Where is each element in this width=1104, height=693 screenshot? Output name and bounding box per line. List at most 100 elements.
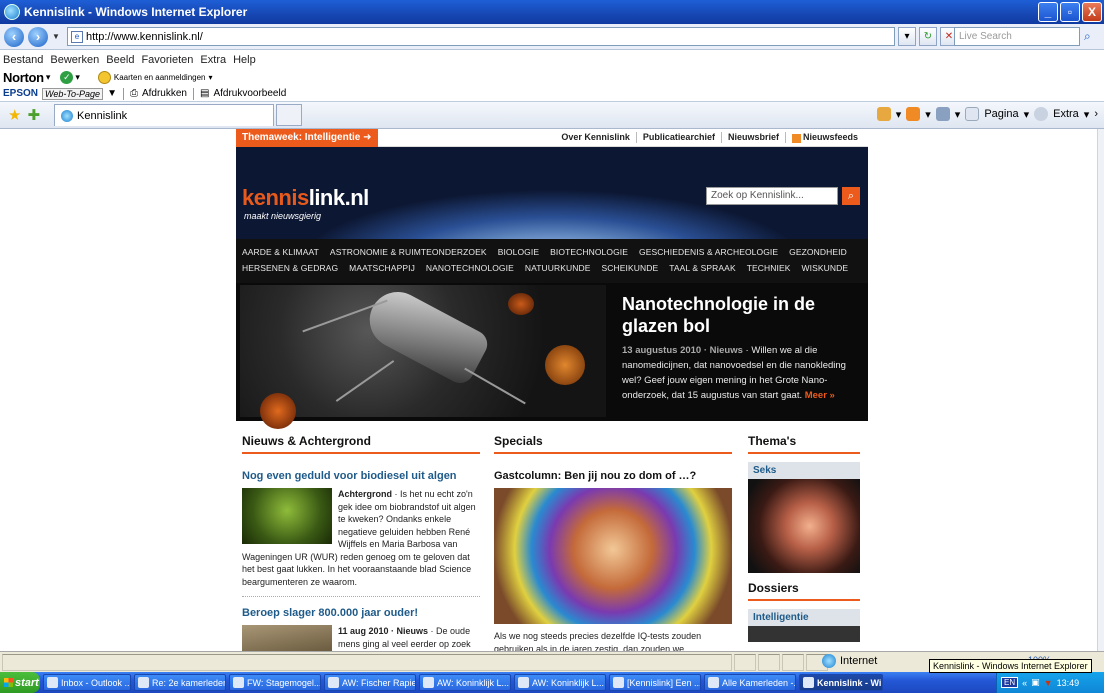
norton-status-icon[interactable]: ✓ (60, 70, 74, 84)
hero-more-link[interactable]: Meer » (805, 390, 835, 401)
network-icon[interactable]: ▣ (1031, 677, 1040, 688)
taskbar-item-stage[interactable]: FW: Stagemogel... (229, 674, 321, 691)
maps-button[interactable]: Kaarten en aanmeldingen ▾ (97, 70, 213, 84)
menu-item-bestand[interactable]: Bestand (3, 54, 43, 66)
favorites-star-icon[interactable]: ★ (8, 106, 21, 124)
address-input[interactable]: e http://www.kennislink.nl/ (67, 27, 895, 46)
column-themas: Thema's Seks Dossiers Intelligentie (748, 434, 860, 642)
topic-natuurkunde[interactable]: NATUURKUNDE (525, 263, 591, 273)
taskbar-item-koninklijk-1[interactable]: AW: Koninklijk L... (419, 674, 511, 691)
topic-taal-spraak[interactable]: TAAL & SPRAAK (669, 263, 736, 273)
web-to-page-dropdown-icon[interactable]: ▼ (107, 88, 117, 99)
start-button[interactable]: start (0, 672, 40, 693)
print-icon[interactable]: ⎙ (130, 88, 138, 99)
site-logo[interactable]: kennislink.nl (242, 185, 369, 211)
dossier-intelligentie-link[interactable]: Intelligentie (748, 609, 860, 626)
menu-item-favorieten[interactable]: Favorieten (141, 54, 193, 66)
article-1-title[interactable]: Nog even geduld voor biodiesel uit algen (242, 470, 480, 482)
topic-geschiedenis[interactable]: GESCHIEDENIS & ARCHEOLOGIE (639, 247, 778, 257)
feeds-dropdown-icon[interactable]: ▾ (925, 108, 931, 121)
dossier-image[interactable] (748, 626, 860, 642)
norton-status-dropdown-icon[interactable]: ▾ (75, 72, 80, 83)
chevron-right-icon[interactable]: › (1094, 108, 1098, 120)
article-2-date: 11 aug 2010 · Nieuws (338, 626, 429, 636)
web-to-page-button[interactable]: Web-To-Page (42, 87, 104, 100)
menu-item-extra[interactable]: Extra (200, 54, 226, 66)
refresh-icon[interactable]: ↻ (919, 27, 937, 46)
feeds-icon[interactable] (906, 107, 921, 121)
topic-maatschappij[interactable]: MAATSCHAPPIJ (349, 263, 415, 273)
special-title[interactable]: Gastcolumn: Ben jij nou zo dom of …? (494, 470, 732, 482)
print-cmd-dropdown-icon[interactable]: ▾ (955, 108, 961, 121)
security-zone[interactable]: Internet (822, 654, 877, 668)
link-nieuwsbrief[interactable]: Nieuwsbrief (720, 132, 785, 143)
nieuwsfeeds-label: Nieuwsfeeds (802, 132, 858, 143)
thema-image[interactable] (748, 479, 860, 573)
site-search-button[interactable]: ⌕ (842, 187, 860, 205)
minimize-button[interactable]: _ (1038, 2, 1058, 22)
history-dropdown-icon[interactable]: ▼ (52, 32, 60, 41)
topic-astronomie[interactable]: ASTRONOMIE & RUIMTEONDERZOEK (330, 247, 487, 257)
home-icon[interactable] (876, 107, 891, 121)
topic-nanotechnologie[interactable]: NANOTECHNOLOGIE (426, 263, 514, 273)
maximize-button[interactable]: ▫ (1060, 2, 1080, 22)
tray-expand-icon[interactable]: « (1022, 678, 1027, 688)
topic-hersenen[interactable]: HERSENEN & GEDRAG (242, 263, 338, 273)
print-button[interactable]: Afdrukken (142, 88, 187, 99)
language-indicator[interactable]: EN (1001, 677, 1019, 688)
print-preview-button[interactable]: Afdrukvoorbeeld (213, 88, 286, 99)
site-search-input[interactable]: Zoek op Kennislink... (706, 187, 838, 205)
thema-seks-link[interactable]: Seks (748, 462, 860, 479)
norton-dropdown-icon[interactable]: ▾ (46, 72, 51, 83)
taskbar-item-kennislink-mail[interactable]: [Kennislink] Een ... (609, 674, 701, 691)
norton-logo[interactable]: Norton (3, 70, 44, 85)
article-2-thumbnail[interactable] (242, 625, 332, 651)
logo-rest: link.nl (308, 185, 370, 210)
link-over-kennislink[interactable]: Over Kennislink (555, 132, 636, 142)
menu-item-beeld[interactable]: Beeld (106, 54, 134, 66)
page-menu-button[interactable]: Pagina (984, 108, 1018, 120)
ie-icon (708, 677, 719, 688)
add-favorite-icon[interactable]: ✚ (27, 106, 40, 124)
taskbar-item-alle-kamerleden[interactable]: Alle Kamerleden -... (704, 674, 796, 691)
close-button[interactable]: X (1082, 2, 1102, 22)
hero-image[interactable] (240, 282, 606, 429)
address-dropdown-icon[interactable]: ▾ (898, 27, 916, 46)
topic-biologie[interactable]: BIOLOGIE (498, 247, 539, 257)
taskbar-item-koninklijk-2[interactable]: AW: Koninklijk L... (514, 674, 606, 691)
live-search-input[interactable]: Live Search (954, 27, 1080, 46)
taskbar-item-kamerleden[interactable]: Re: 2e kamerleden (134, 674, 226, 691)
page-dropdown-icon[interactable]: ▾ (1024, 108, 1030, 121)
taskbar-item-fischer[interactable]: AW: Fischer Rapier (324, 674, 416, 691)
command-bar: ▾ ▾ ▾ Pagina ▾ Extra ▾ › (876, 107, 1098, 121)
extra-menu-button[interactable]: Extra (1053, 108, 1079, 120)
topic-aarde-klimaat[interactable]: AARDE & KLIMAAT (242, 247, 319, 257)
themaweek-link[interactable]: Themaweek: Intelligentie ➜ (236, 129, 378, 147)
topic-scheikunde[interactable]: SCHEIKUNDE (602, 263, 659, 273)
topic-techniek[interactable]: TECHNIEK (747, 263, 791, 273)
topic-gezondheid[interactable]: GEZONDHEID (789, 247, 847, 257)
search-icon[interactable]: ⌕ (1084, 29, 1091, 44)
topic-biotechnologie[interactable]: BIOTECHNOLOGIE (550, 247, 628, 257)
article-1-thumbnail[interactable] (242, 488, 332, 544)
topic-wiskunde[interactable]: WISKUNDE (802, 263, 849, 273)
security-tray-icon[interactable]: ▼ (1044, 678, 1053, 688)
menu-item-bewerken[interactable]: Bewerken (50, 54, 99, 66)
print-cmd-icon[interactable] (935, 107, 950, 121)
forward-button[interactable]: › (28, 26, 48, 47)
link-publicatiearchief[interactable]: Publicatiearchief (635, 132, 721, 143)
article-2-title[interactable]: Beroep slager 800.000 jaar ouder! (242, 607, 480, 619)
vertical-scrollbar[interactable] (1097, 129, 1104, 651)
link-nieuwsfeeds[interactable]: Nieuwsfeeds (784, 132, 864, 143)
back-button[interactable]: ‹ (4, 26, 24, 47)
taskbar-item-outlook[interactable]: Inbox - Outlook ... (43, 674, 131, 691)
hero-title[interactable]: Nanotechnologie in de glazen bol (622, 293, 862, 337)
home-dropdown-icon[interactable]: ▾ (896, 108, 902, 121)
print-preview-icon[interactable]: ▤ (200, 88, 209, 99)
extra-dropdown-icon[interactable]: ▾ (1084, 108, 1090, 121)
new-tab-button[interactable] (276, 104, 303, 126)
menu-item-help[interactable]: Help (233, 54, 256, 66)
tab-kennislink[interactable]: Kennislink (54, 104, 275, 126)
special-photo[interactable] (494, 488, 732, 624)
taskbar-item-kennislink-ie[interactable]: Kennislink - Wi... (799, 674, 883, 691)
